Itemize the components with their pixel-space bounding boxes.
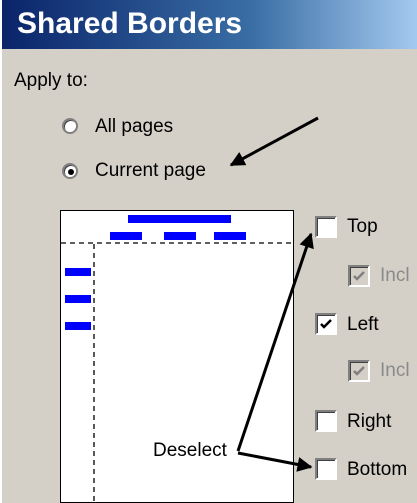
left-border-label[interactable]: Left [347, 314, 379, 336]
top-border-label[interactable]: Top [347, 216, 378, 238]
deselect-annotation: Deselect [153, 440, 227, 462]
radio-selected-dot [68, 169, 74, 175]
top-include-label[interactable]: Incl [380, 265, 410, 287]
checkmark-icon [353, 271, 365, 281]
all-pages-label[interactable]: All pages [95, 116, 173, 138]
current-page-label[interactable]: Current page [95, 160, 206, 182]
arrow-icon [229, 116, 319, 167]
left-border-bar [65, 295, 91, 303]
checkmark-icon [353, 366, 365, 376]
left-border-bar [65, 322, 91, 330]
bottom-border-label[interactable]: Bottom [347, 459, 407, 481]
bottom-border-checkbox[interactable] [315, 458, 337, 480]
top-border-bar [214, 232, 246, 240]
all-pages-radio[interactable] [62, 118, 78, 134]
top-border-bar [128, 215, 231, 223]
title-bar: Shared Borders [2, 0, 417, 49]
checkmark-icon [320, 319, 332, 329]
left-border-bar [65, 268, 91, 276]
top-border-bar [164, 232, 196, 240]
top-include-checkbox[interactable] [348, 265, 370, 287]
right-border-label[interactable]: Right [347, 411, 391, 433]
left-border-checkbox[interactable] [315, 313, 337, 335]
top-border-checkbox[interactable] [315, 216, 337, 238]
left-include-label[interactable]: Incl [380, 360, 410, 382]
current-page-radio[interactable] [62, 163, 78, 179]
apply-to-label: Apply to: [14, 70, 88, 91]
right-border-checkbox[interactable] [315, 410, 337, 432]
dialog-title: Shared Borders [17, 7, 243, 40]
top-border-bar [110, 232, 142, 240]
left-include-checkbox[interactable] [348, 360, 370, 382]
shared-borders-dialog: Shared Borders Apply to: All pages Curre… [0, 0, 417, 503]
